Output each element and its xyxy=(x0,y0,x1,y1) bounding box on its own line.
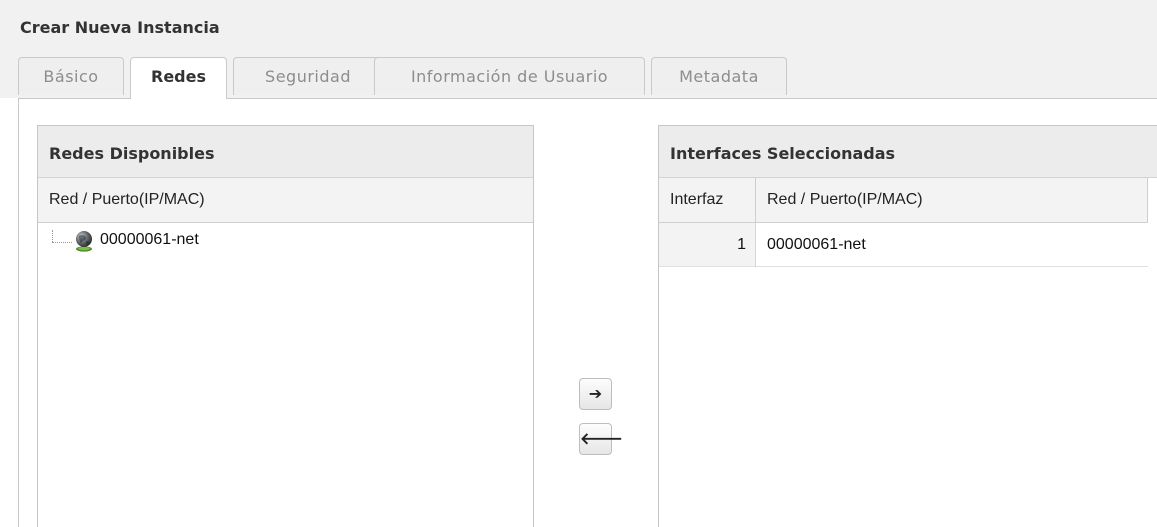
tab-informacion-de-usuario[interactable]: Información de Usuario xyxy=(374,57,645,95)
tab-redes[interactable]: Redes xyxy=(130,57,227,99)
selected-interfaces-title: Interfaces Seleccionadas xyxy=(670,144,896,163)
arrow-left-icon: 🡐 xyxy=(580,429,623,448)
tab-basico[interactable]: Básico xyxy=(18,57,124,95)
interface-number-cell: 1 xyxy=(659,223,756,267)
column-header-network-port[interactable]: Red / Puerto(IP/MAC) xyxy=(38,178,533,223)
available-networks-header: Redes Disponibles xyxy=(38,126,533,178)
remove-interface-button[interactable]: 🡐 xyxy=(579,423,623,455)
dialog-title: Crear Nueva Instancia xyxy=(20,18,220,37)
available-networks-title: Redes Disponibles xyxy=(49,144,215,163)
arrow-right-icon: ➔ xyxy=(588,384,603,403)
interface-network-cell[interactable]: 00000061-net xyxy=(756,223,1148,267)
selected-interfaces-panel: Interfaces Seleccionadas Interfaz Red / … xyxy=(658,125,1157,527)
tree-connector xyxy=(52,230,53,242)
add-interface-button[interactable]: ➔ xyxy=(579,378,612,410)
tab-metadata[interactable]: Metadata xyxy=(651,57,787,95)
column-header-interfaz[interactable]: Interfaz xyxy=(659,178,756,223)
tab-content-border xyxy=(18,98,19,527)
available-networks-panel: Redes Disponibles Red / Puerto(IP/MAC) 0… xyxy=(37,125,534,527)
tab-seguridad[interactable]: Seguridad xyxy=(233,57,383,95)
create-instance-dialog: Crear Nueva Instancia Básico Redes Segur… xyxy=(0,0,1157,527)
column-header-network-port[interactable]: Red / Puerto(IP/MAC) xyxy=(756,178,1148,223)
globe-network-icon xyxy=(76,231,92,252)
tree-connector-horizontal xyxy=(52,242,72,243)
selected-interfaces-header: Interfaces Seleccionadas xyxy=(659,126,1157,178)
network-label: 00000061-net xyxy=(100,231,199,248)
